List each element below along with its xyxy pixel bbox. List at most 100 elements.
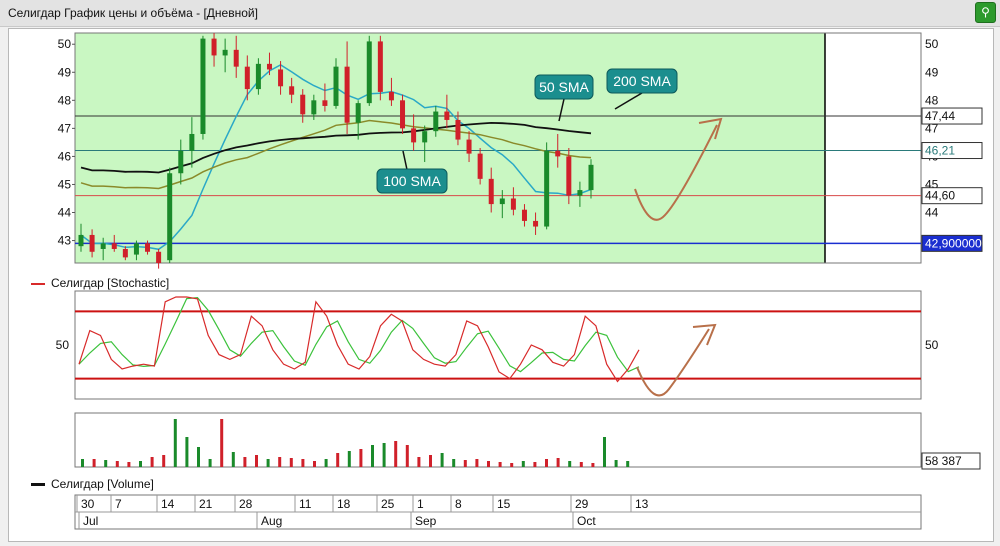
price-tag-label: 42,900000 bbox=[925, 236, 982, 250]
candle-body bbox=[355, 103, 361, 123]
pin-icon[interactable]: ⚲ bbox=[975, 2, 996, 23]
volume-bar bbox=[92, 459, 96, 467]
month-tick-label: Oct bbox=[577, 514, 596, 528]
price-tick-left: 47 bbox=[58, 121, 72, 135]
price-plot-area bbox=[75, 33, 825, 263]
candle-body bbox=[344, 66, 350, 123]
month-tick-label: Aug bbox=[261, 514, 282, 528]
volume-panel-border bbox=[74, 412, 922, 468]
day-tick-label: 28 bbox=[239, 497, 253, 511]
candle-body bbox=[566, 156, 572, 196]
day-tick-label: 11 bbox=[299, 497, 312, 511]
volume-bar bbox=[440, 453, 444, 467]
candle-body bbox=[111, 243, 117, 249]
volume-bar bbox=[429, 455, 432, 467]
candle-body bbox=[411, 128, 417, 143]
price-tag-label: 46,21 bbox=[925, 144, 955, 158]
candle-body bbox=[377, 41, 383, 92]
chart-window: 5050494948484747464645454444434350 SMA20… bbox=[8, 28, 994, 542]
candle-body bbox=[400, 100, 406, 129]
candle-body bbox=[366, 41, 372, 104]
day-tick-label: 14 bbox=[161, 497, 175, 511]
price-future-area bbox=[825, 33, 921, 263]
candle-body bbox=[189, 133, 195, 151]
volume-bar bbox=[313, 461, 316, 467]
volume-bar bbox=[208, 459, 212, 467]
candle-body bbox=[145, 243, 151, 252]
stoch-tick-left: 50 bbox=[56, 338, 70, 352]
price-tick-left: 49 bbox=[58, 65, 72, 79]
candle-body bbox=[521, 209, 527, 221]
volume-legend: Селигдар [Volume] bbox=[31, 477, 154, 491]
volume-bar bbox=[382, 443, 386, 467]
volume-bar bbox=[371, 445, 374, 467]
candle-body bbox=[555, 150, 561, 157]
candle-body bbox=[300, 94, 306, 115]
volume-bar bbox=[301, 459, 305, 467]
volume-bar bbox=[150, 457, 154, 467]
candle-body bbox=[588, 164, 594, 191]
candle-body bbox=[289, 86, 295, 95]
candle-body bbox=[244, 66, 250, 90]
candle-body bbox=[455, 119, 461, 140]
day-tick-label: 18 bbox=[337, 497, 351, 511]
candle-body bbox=[577, 190, 583, 196]
stoch-tick-right: 50 bbox=[925, 338, 939, 352]
day-tick-label: 7 bbox=[115, 497, 122, 511]
price-tag-label: 44,60 bbox=[925, 189, 955, 203]
volume-bar bbox=[498, 462, 502, 467]
price-tick-left: 50 bbox=[58, 37, 72, 51]
volume-bar bbox=[324, 459, 328, 467]
candle-body bbox=[233, 49, 239, 67]
callout-sma200-label: 200 SMA bbox=[613, 73, 671, 89]
volume-bar bbox=[231, 452, 235, 467]
volume-legend-label: Селигдар [Volume] bbox=[51, 477, 154, 491]
candle-body bbox=[266, 63, 272, 70]
volume-tag-label: 58 387 bbox=[925, 454, 962, 468]
price-tick-right: 50 bbox=[925, 37, 939, 51]
price-tick-left: 43 bbox=[58, 234, 72, 248]
candle-body bbox=[533, 220, 539, 227]
candle-body bbox=[211, 38, 217, 56]
stoch-panel-border bbox=[74, 290, 922, 400]
volume-bar bbox=[347, 451, 351, 467]
month-tick-label: Sep bbox=[415, 514, 437, 528]
volume-bar bbox=[220, 419, 224, 467]
volume-bar bbox=[266, 459, 270, 467]
volume-bar bbox=[545, 459, 548, 467]
day-tick-label: 21 bbox=[199, 497, 213, 511]
stochastic-swatch bbox=[31, 282, 45, 285]
candle-body bbox=[122, 248, 128, 258]
volume-bar bbox=[394, 441, 398, 467]
candle-body bbox=[466, 139, 472, 154]
candle-body bbox=[499, 198, 505, 205]
price-tag-label: 47,44 bbox=[925, 109, 955, 123]
volume-bar bbox=[405, 445, 409, 467]
volume-bar bbox=[81, 459, 84, 467]
candle-body bbox=[200, 38, 206, 134]
price-tick-left: 44 bbox=[58, 206, 72, 220]
volume-bar bbox=[614, 460, 618, 467]
volume-bar bbox=[197, 447, 200, 467]
candle-body bbox=[78, 234, 84, 247]
day-tick-label: 8 bbox=[455, 497, 462, 511]
callout-sma50-label: 50 SMA bbox=[539, 79, 589, 95]
volume-bar bbox=[289, 458, 293, 467]
volume-bar bbox=[626, 461, 630, 467]
day-tick-label: 15 bbox=[497, 497, 511, 511]
candle-body bbox=[89, 234, 95, 252]
volume-bar bbox=[278, 457, 282, 467]
candle-body bbox=[222, 49, 228, 56]
volume-bar bbox=[243, 457, 247, 467]
volume-bar bbox=[162, 455, 166, 467]
candle-body bbox=[167, 173, 173, 261]
day-tick-label: 25 bbox=[381, 497, 395, 511]
month-tick-label: Jul bbox=[83, 514, 98, 528]
volume-bar bbox=[475, 459, 479, 467]
candle-body bbox=[133, 243, 139, 255]
day-tick-label: 13 bbox=[635, 497, 649, 511]
volume-bar bbox=[533, 462, 537, 467]
candle-body bbox=[278, 69, 284, 87]
volume-bar bbox=[127, 462, 131, 467]
volume-bar bbox=[568, 461, 572, 467]
